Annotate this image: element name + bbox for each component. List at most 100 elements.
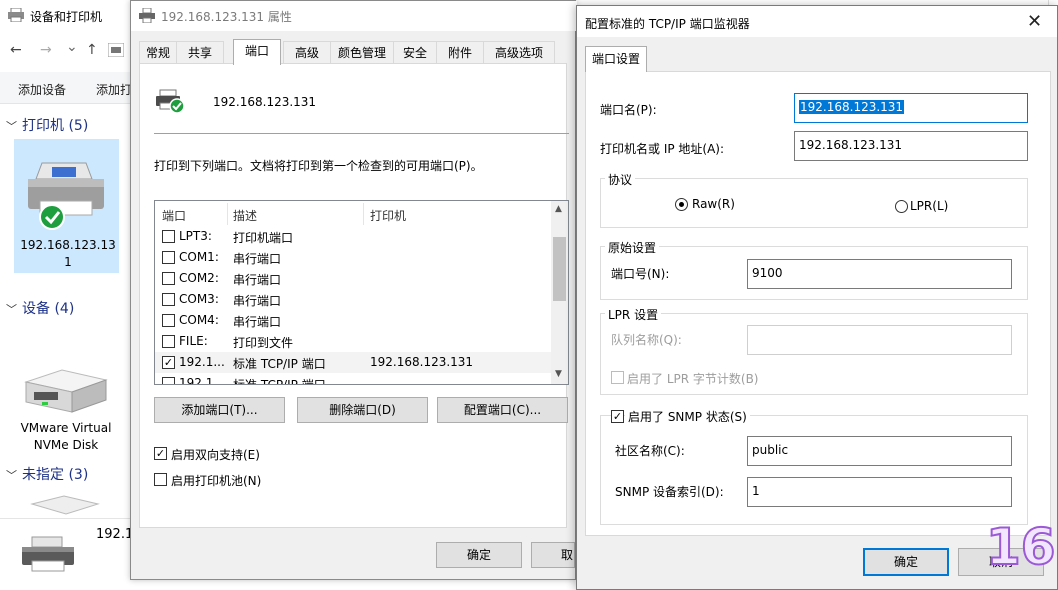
port-row[interactable]: LPT3: 打印机端口 <box>155 226 552 247</box>
printer-name: 192.168.123.131 <box>213 95 317 109</box>
lpr-byte-count-label: 启用了 LPR 字节计数(B) <box>627 372 759 386</box>
lpr-radio[interactable] <box>895 200 908 213</box>
port-list[interactable]: 端口 描述 打印机 LPT3: 打印机端口 COM1: 串行端口 COM2: 串… <box>154 200 569 385</box>
tab-attachments[interactable]: 附件 <box>436 41 484 64</box>
printer-pool-checkbox[interactable] <box>154 473 167 486</box>
port-checkbox[interactable] <box>162 293 175 306</box>
snmp-index-input[interactable]: 1 <box>747 477 1012 507</box>
properties-cancel-button[interactable]: 取 <box>531 542 575 568</box>
port-desc: 串行端口 <box>233 273 282 287</box>
tab-general[interactable]: 常规 <box>139 41 177 64</box>
port-row[interactable]: FILE: 打印到文件 <box>155 331 552 352</box>
add-printer-button[interactable]: 添加打 <box>96 81 132 98</box>
port-name: COM2: <box>179 271 219 285</box>
host-label: 打印机名或 IP 地址(A): <box>600 142 725 156</box>
tab-color-management[interactable]: 颜色管理 <box>330 41 394 64</box>
tab-advanced[interactable]: 高级 <box>283 41 331 64</box>
port-checkbox[interactable] <box>162 335 175 348</box>
recent-chevron-down-icon[interactable]: ⌄ <box>66 39 78 55</box>
raw-radio[interactable] <box>675 198 688 211</box>
printer-tile-selected[interactable]: 192.168.123.131 <box>14 139 119 273</box>
chevron-down-icon: ﹀ <box>6 120 17 133</box>
scroll-thumb[interactable] <box>553 237 566 301</box>
port-name-input[interactable]: 192.168.123.131 <box>794 93 1028 123</box>
col-header-port[interactable]: 端口 <box>162 207 186 224</box>
close-icon[interactable]: ✕ <box>1027 11 1042 32</box>
port-name: 192.1... <box>179 355 225 369</box>
port-desc: 标准 TCP/IP 端口 <box>233 376 326 384</box>
hard-disk-icon <box>24 369 108 413</box>
col-separator <box>363 203 364 225</box>
col-header-printer[interactable]: 打印机 <box>370 207 406 224</box>
port-row[interactable]: COM3: 串行端口 <box>155 289 552 310</box>
printer-properties-dialog: 192.168.123.131 属性 常规 共享 端口 高级 颜色管理 安全 附… <box>130 0 577 580</box>
printer-small-icon <box>22 536 74 572</box>
tcpip-titlebar: 配置标准的 TCP/IP 端口监视器 ✕ <box>577 6 1057 37</box>
tcpip-port-monitor-dialog: 配置标准的 TCP/IP 端口监视器 ✕ 端口设置 端口名(P): 192.16… <box>576 5 1058 590</box>
tab-ports[interactable]: 端口 <box>233 39 281 65</box>
properties-ok-button[interactable]: 确定 <box>436 542 522 568</box>
group-unspecified-label: 未指定 (3) <box>22 467 89 483</box>
back-arrow-icon[interactable]: ← <box>10 42 22 58</box>
port-checkbox[interactable] <box>162 251 175 264</box>
explorer-title: 设备和打印机 <box>30 10 103 24</box>
snmp-checkbox[interactable]: ✓ <box>611 410 624 423</box>
port-row-selected[interactable]: ✓ 192.1... 标准 TCP/IP 端口 192.168.123.131 <box>155 352 552 373</box>
scroll-down-icon[interactable]: ▼ <box>555 369 562 379</box>
raw-settings-group: 原始设置 端口号(N): 9100 <box>600 239 1028 300</box>
port-row[interactable]: COM2: 串行端口 <box>155 268 552 289</box>
configure-port-button[interactable]: 配置端口(C)... <box>437 397 568 423</box>
lpr-byte-count-checkbox[interactable] <box>611 371 624 384</box>
port-name: COM1: <box>179 250 219 264</box>
bidirectional-checkbox[interactable]: ✓ <box>154 447 167 460</box>
page-number-watermark: 16 <box>985 518 1057 576</box>
port-desc: 串行端口 <box>233 252 282 266</box>
port-desc: 打印到文件 <box>233 336 294 350</box>
snmp-group: ✓ 启用了 SNMP 状态(S) 社区名称(C): public SNMP 设备… <box>600 408 1028 525</box>
port-instruction: 打印到下列端口。文档将打印到第一个检查到的可用端口(P)。 <box>154 159 483 173</box>
port-row[interactable]: COM4: 串行端口 <box>155 310 552 331</box>
community-label: 社区名称(C): <box>615 444 685 458</box>
port-checkbox[interactable] <box>162 272 175 285</box>
tab-advanced-options[interactable]: 高级选项 <box>483 41 555 64</box>
queue-name-input[interactable] <box>747 325 1012 355</box>
port-number-input[interactable]: 9100 <box>747 259 1012 289</box>
port-list-scrollbar[interactable]: ▲ ▼ <box>551 201 568 384</box>
lpr-settings-title: LPR 设置 <box>605 306 662 323</box>
port-name: 192.1... <box>179 376 225 384</box>
tab-security[interactable]: 安全 <box>393 41 437 64</box>
raw-settings-title: 原始设置 <box>605 239 660 256</box>
community-input[interactable]: public <box>747 436 1012 466</box>
snmp-label: 启用了 SNMP 状态(S) <box>625 408 750 425</box>
printer-icon <box>28 162 104 230</box>
delete-port-button[interactable]: 删除端口(D) <box>297 397 428 423</box>
scroll-up-icon[interactable]: ▲ <box>555 204 562 214</box>
col-header-description[interactable]: 描述 <box>233 207 257 224</box>
host-input[interactable]: 192.168.123.131 <box>794 131 1028 161</box>
add-device-button[interactable]: 添加设备 <box>18 81 66 98</box>
forward-arrow-icon[interactable]: → <box>40 42 52 58</box>
explorer-titlebar: 设备和打印机 <box>0 0 130 30</box>
port-name: COM3: <box>179 292 219 306</box>
port-checkbox[interactable] <box>162 230 175 243</box>
printer-pool-label: 启用打印机池(N) <box>171 474 262 488</box>
add-port-button[interactable]: 添加端口(T)... <box>154 397 285 423</box>
tcpip-ok-button[interactable]: 确定 <box>863 548 949 576</box>
port-checkbox[interactable] <box>162 377 175 384</box>
details-name: 192.1 <box>96 527 134 542</box>
up-arrow-icon[interactable]: ↑ <box>86 42 98 58</box>
port-desc: 串行端口 <box>233 315 282 329</box>
port-name: LPT3: <box>179 229 212 243</box>
port-name-label: 端口名(P): <box>600 103 657 117</box>
port-checkbox[interactable] <box>162 314 175 327</box>
port-row[interactable]: COM1: 串行端口 <box>155 247 552 268</box>
group-printers[interactable]: ﹀ 打印机 (5) <box>6 115 88 135</box>
port-name: FILE: <box>179 334 208 348</box>
port-desc: 串行端口 <box>233 294 282 308</box>
tab-sharing[interactable]: 共享 <box>176 41 224 64</box>
tab-port-settings[interactable]: 端口设置 <box>585 46 647 72</box>
group-devices[interactable]: ﹀ 设备 (4) <box>6 298 74 318</box>
group-unspecified[interactable]: ﹀ 未指定 (3) <box>6 464 88 484</box>
port-row[interactable]: 192.1... 标准 TCP/IP 端口 <box>155 373 552 384</box>
port-checkbox-checked[interactable]: ✓ <box>162 356 175 369</box>
